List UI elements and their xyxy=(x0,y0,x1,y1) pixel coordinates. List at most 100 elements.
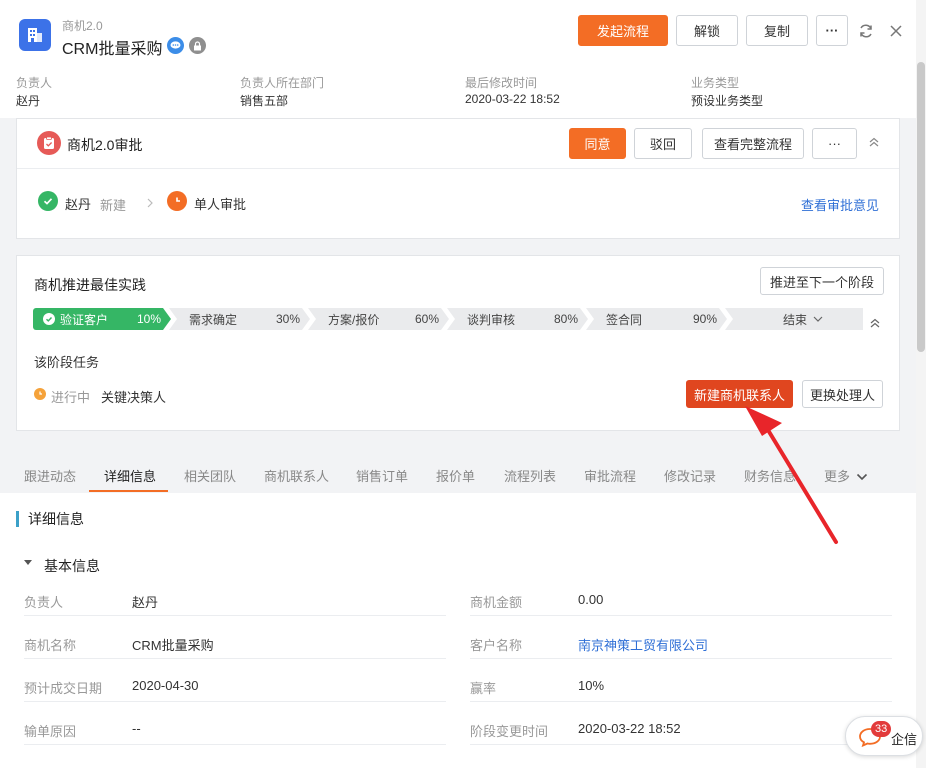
check-circle-icon xyxy=(43,313,55,325)
change-handler-button[interactable]: 更换处理人 xyxy=(802,380,883,408)
collapse-icon[interactable] xyxy=(869,317,881,332)
clock-icon xyxy=(167,191,187,211)
stage-segment[interactable]: 结束 xyxy=(725,308,863,330)
field-label: 赢率 xyxy=(470,681,497,696)
stage-segment[interactable]: 需求确定 30% xyxy=(169,308,310,330)
collapse-icon[interactable] xyxy=(868,136,880,151)
stage-name: 方案/报价 xyxy=(328,312,380,327)
field-label: 预计成交日期 xyxy=(24,681,103,696)
field-label: 商机金额 xyxy=(470,595,523,610)
business-type-value: 预设业务类型 xyxy=(691,94,764,108)
active-tab-indicator xyxy=(89,490,168,492)
page-title: CRM批量采购 xyxy=(62,41,163,58)
agree-button[interactable]: 同意 xyxy=(569,128,626,159)
owner-label: 负责人 xyxy=(16,76,53,90)
detail-panel: 详细信息 基本信息 负责人 赵丹 商机金额 0.00 商机名称 CRM批量采购 … xyxy=(0,493,916,768)
clock-icon xyxy=(34,388,46,400)
customer-name-link[interactable]: 南京神策工贸有限公司 xyxy=(578,635,708,654)
field-value: CRM批量采购 xyxy=(132,638,214,653)
chevron-right-icon xyxy=(146,196,154,211)
more-actions-button[interactable]: ··· xyxy=(816,15,848,46)
reject-button[interactable]: 驳回 xyxy=(634,128,692,159)
chevron-down-icon[interactable] xyxy=(856,469,868,484)
task-name: 关键决策人 xyxy=(101,390,167,405)
modified-time-value: 2020-03-22 18:52 xyxy=(465,92,560,106)
chat-icon[interactable] xyxy=(167,37,184,54)
tab-quotes[interactable]: 报价单 xyxy=(436,466,475,485)
tab-sales-orders[interactable]: 销售订单 xyxy=(356,466,408,485)
approval-more-button[interactable]: ··· xyxy=(812,128,857,159)
check-icon xyxy=(38,191,58,211)
tab-related-team[interactable]: 相关团队 xyxy=(184,466,236,485)
field-value: 2020-04-30 xyxy=(132,678,199,693)
field-divider xyxy=(24,701,446,702)
stage-segment[interactable]: 谈判审核 80% xyxy=(447,308,588,330)
chevron-down-icon xyxy=(813,316,823,322)
stage-name: 结束 xyxy=(782,312,807,327)
enterprise-chat-button[interactable]: 33 企信 xyxy=(845,716,923,756)
stage-name: 需求确定 xyxy=(189,312,238,327)
view-full-flow-button[interactable]: 查看完整流程 xyxy=(702,128,804,159)
field-divider xyxy=(24,658,446,659)
tab-detail-info[interactable]: 详细信息 xyxy=(104,466,156,485)
stage-name: 验证客户 xyxy=(60,312,109,327)
stage-segment[interactable]: 签合同 90% xyxy=(586,308,727,330)
stage-percent: 60% xyxy=(414,312,439,326)
approval-card: 商机2.0审批 同意 驳回 查看完整流程 ··· 赵丹 新建 单人审批 查看审批… xyxy=(16,118,900,239)
approval-title: 商机2.0审批 xyxy=(67,137,143,153)
detail-heading: 详细信息 xyxy=(16,511,84,527)
start-flow-button[interactable]: 发起流程 xyxy=(578,15,668,46)
refresh-icon[interactable] xyxy=(857,22,875,40)
advance-stage-button[interactable]: 推进至下一个阶段 xyxy=(760,267,884,295)
stage-card: 商机推进最佳实践 推进至下一个阶段 验证客户 10% 需求确定 30% 方案/报… xyxy=(16,255,900,431)
tab-more[interactable]: 更多 xyxy=(824,466,850,485)
card-divider xyxy=(17,168,899,169)
stage-name: 谈判审核 xyxy=(467,312,516,327)
field-label: 阶段变更时间 xyxy=(470,724,549,739)
detail-tabs: 跟进动态 详细信息 相关团队 商机联系人 销售订单 报价单 流程列表 审批流程 … xyxy=(0,454,916,493)
field-value: -- xyxy=(132,721,141,736)
field-value: 10% xyxy=(578,678,605,693)
chat-label: 企信 xyxy=(891,732,918,747)
stage-percent: 10% xyxy=(136,312,161,326)
unread-count-badge: 33 xyxy=(871,721,892,737)
field-label: 商机名称 xyxy=(24,638,77,653)
field-divider xyxy=(24,615,446,616)
field-value: 赵丹 xyxy=(132,595,159,610)
basic-info-group-title[interactable]: 基本信息 xyxy=(44,556,100,576)
modified-time-label: 最后修改时间 xyxy=(465,76,538,90)
stage-segment[interactable]: 验证客户 10% xyxy=(33,308,171,330)
field-divider xyxy=(470,701,892,702)
tab-flow-list[interactable]: 流程列表 xyxy=(504,466,556,485)
stage-segment[interactable]: 方案/报价 60% xyxy=(308,308,449,330)
business-type-label: 业务类型 xyxy=(691,76,740,90)
owner-value: 赵丹 xyxy=(16,94,41,108)
unlock-button[interactable]: 解锁 xyxy=(676,15,738,46)
stage-progress-bar: 验证客户 10% 需求确定 30% 方案/报价 60% 谈判审核 80% 签合同… xyxy=(33,308,863,330)
step-single-approval: 单人审批 xyxy=(194,197,247,212)
stage-percent: 80% xyxy=(553,312,578,326)
field-label: 输单原因 xyxy=(24,724,77,739)
tab-approval-flow[interactable]: 审批流程 xyxy=(584,466,636,485)
stage-percent: 90% xyxy=(692,312,717,326)
caret-down-icon[interactable] xyxy=(24,560,32,565)
department-label: 负责人所在部门 xyxy=(240,76,325,90)
stage-title: 商机推进最佳实践 xyxy=(34,277,146,293)
stage-task-heading: 该阶段任务 xyxy=(34,355,100,370)
new-opportunity-contact-button[interactable]: 新建商机联系人 xyxy=(686,380,793,408)
copy-button[interactable]: 复制 xyxy=(746,15,808,46)
field-divider xyxy=(24,744,446,745)
tab-follow-up[interactable]: 跟进动态 xyxy=(24,466,76,485)
department-value: 销售五部 xyxy=(240,94,289,108)
field-divider xyxy=(470,658,892,659)
field-divider xyxy=(470,744,892,745)
tab-opportunity-contacts[interactable]: 商机联系人 xyxy=(264,466,329,485)
view-approval-opinion-link[interactable]: 查看审批意见 xyxy=(801,195,879,214)
clipboard-icon xyxy=(37,131,61,155)
close-icon[interactable] xyxy=(887,22,905,40)
building-icon xyxy=(19,19,51,51)
tab-change-log[interactable]: 修改记录 xyxy=(664,466,716,485)
tab-finance-info[interactable]: 财务信息 xyxy=(744,466,796,485)
scrollbar-thumb[interactable] xyxy=(917,62,925,352)
step-creator-status: 新建 xyxy=(100,198,127,213)
